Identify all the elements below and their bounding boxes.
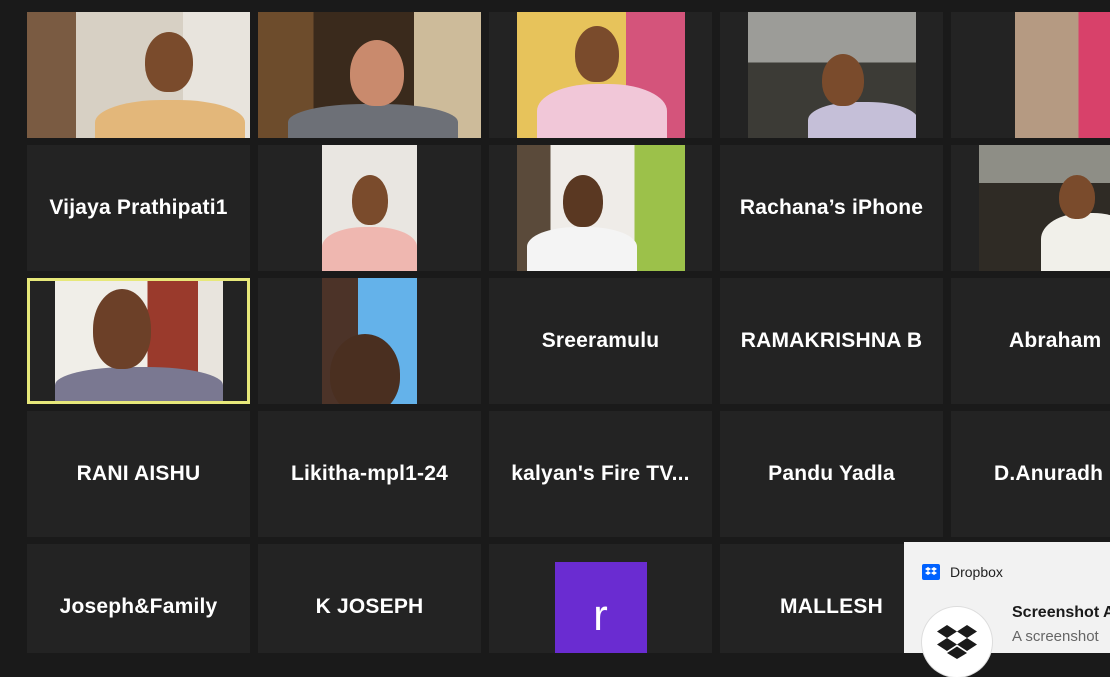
- participant-name: kalyan's Fire TV...: [511, 462, 690, 485]
- participant-name-tile[interactable]: RAMAKRISHNA B: [720, 278, 943, 404]
- participant-video: [322, 145, 417, 271]
- participant-name-tile[interactable]: Abraham: [951, 278, 1110, 404]
- participant-name-tile[interactable]: kalyan's Fire TV...: [489, 411, 712, 537]
- notification-app-name: Dropbox: [950, 564, 1003, 580]
- participant-name: Likitha-mpl1-24: [290, 462, 449, 485]
- participant-video-tile[interactable]: [258, 12, 481, 138]
- participant-name-tile[interactable]: Rachana’s iPhone: [720, 145, 943, 271]
- participant-video: [258, 12, 481, 138]
- participant-name-tile[interactable]: Pandu Yadla: [720, 411, 943, 537]
- participant-name: Rachana’s iPhone: [739, 196, 924, 219]
- participant-avatar-tile[interactable]: r: [489, 544, 712, 653]
- dropbox-notification[interactable]: Dropbox Screenshot A A screenshot: [904, 542, 1110, 677]
- participant-video-tile[interactable]: [951, 145, 1110, 271]
- participant-name: Pandu Yadla: [768, 462, 895, 485]
- participant-video: [55, 281, 223, 401]
- participant-avatar: r: [554, 562, 647, 653]
- participant-name: K JOSEPH: [315, 595, 424, 618]
- participant-video-tile[interactable]: [258, 278, 481, 404]
- participant-name: Joseph&Family: [59, 595, 218, 618]
- participant-video: [979, 145, 1110, 271]
- participant-name-tile[interactable]: Joseph&Family: [27, 544, 250, 653]
- participant-name-tile[interactable]: Vijaya Prathipati1: [27, 145, 250, 271]
- participant-video-tile[interactable]: [489, 12, 712, 138]
- participant-video: [748, 12, 916, 138]
- participant-name-tile[interactable]: K JOSEPH: [258, 544, 481, 653]
- participant-video: [322, 278, 417, 404]
- participant-video: [1015, 12, 1110, 138]
- dropbox-icon: [922, 564, 940, 580]
- participant-name: Sreeramulu: [541, 329, 660, 352]
- dropbox-logo-icon: [922, 607, 992, 677]
- participant-name: Abraham: [1009, 329, 1102, 352]
- participant-name-tile[interactable]: Likitha-mpl1-24: [258, 411, 481, 537]
- notification-header: Dropbox: [922, 564, 1003, 580]
- participant-video-tile[interactable]: [27, 12, 250, 138]
- participant-video: [517, 12, 685, 138]
- notification-subtitle: A screenshot: [1012, 628, 1099, 645]
- participant-video: [27, 12, 250, 138]
- participant-name-tile[interactable]: D.Anuradh: [951, 411, 1110, 537]
- participant-name-tile[interactable]: Sreeramulu: [489, 278, 712, 404]
- participant-name-tile[interactable]: RANI AISHU: [27, 411, 250, 537]
- participant-video-tile[interactable]: [258, 145, 481, 271]
- participant-video-tile[interactable]: [951, 12, 1110, 138]
- participant-video-tile[interactable]: [720, 12, 943, 138]
- participant-video-tile[interactable]: [489, 145, 712, 271]
- participant-name: RANI AISHU: [76, 462, 201, 485]
- participant-name: RAMAKRISHNA B: [740, 329, 923, 352]
- participant-name: D.Anuradh: [994, 462, 1104, 485]
- notification-title: Screenshot A: [1012, 604, 1110, 621]
- participant-video: [517, 145, 685, 271]
- active-speaker-tile[interactable]: [27, 278, 250, 404]
- participant-name: Vijaya Prathipati1: [49, 196, 228, 219]
